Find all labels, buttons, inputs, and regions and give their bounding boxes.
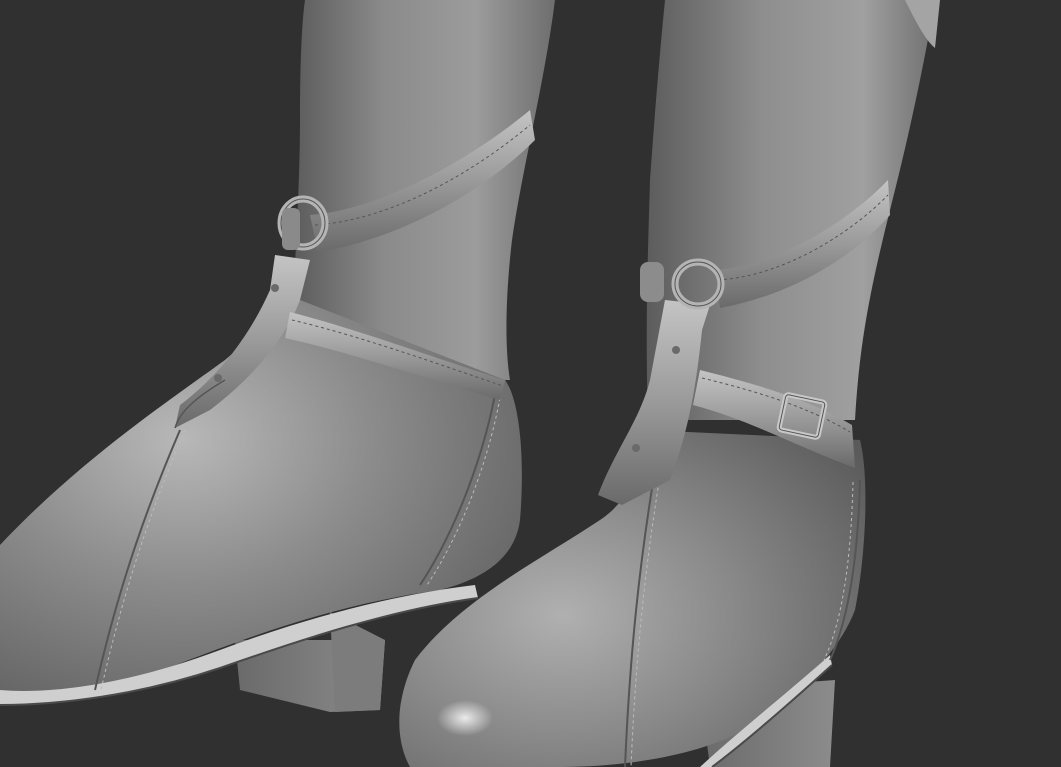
right-boot-rivet bbox=[672, 346, 680, 354]
right-boot-toe-highlight bbox=[437, 700, 493, 736]
left-boot-rivet bbox=[271, 284, 279, 292]
right-boot-rivet-2 bbox=[632, 444, 640, 452]
scene-render bbox=[0, 0, 1061, 767]
left-boot-rivet-2 bbox=[214, 374, 222, 382]
3d-viewport[interactable] bbox=[0, 0, 1061, 767]
